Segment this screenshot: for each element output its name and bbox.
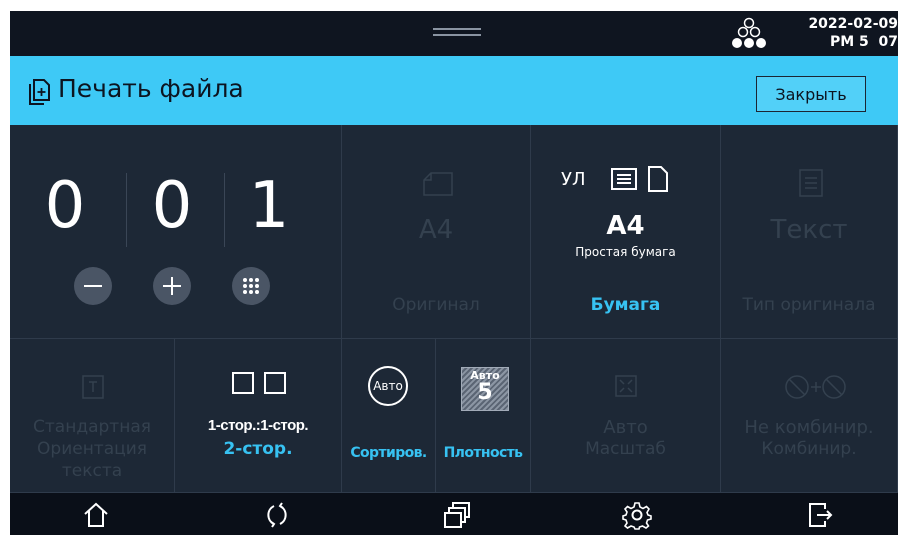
- sort-auto-badge: Авто: [368, 366, 408, 406]
- combine-option[interactable]: Не комбинир. Комбинир.: [721, 339, 898, 493]
- original-type-option[interactable]: Текст Тип оригинала: [721, 125, 898, 339]
- page-title: Печать файла: [58, 74, 244, 103]
- digit-divider: [224, 173, 225, 247]
- orientation-value: Стандартная: [33, 417, 151, 437]
- logout-icon[interactable]: [805, 500, 835, 530]
- keypad-button[interactable]: [232, 267, 270, 305]
- scale-option[interactable]: Авто Масштаб: [531, 339, 721, 493]
- status-bar: 2022-02-09 PM 5 07: [10, 11, 898, 56]
- tray-stack-icon: [611, 168, 637, 190]
- toner-status-icon[interactable]: [726, 17, 772, 53]
- orientation-icon: [82, 375, 104, 399]
- copies-panel: 0 0 1: [10, 125, 342, 339]
- digit-divider: [126, 173, 127, 247]
- print-file-icon: [29, 79, 50, 105]
- date-text: 2022-02-09: [808, 16, 898, 32]
- paper-label: Бумага: [590, 295, 661, 315]
- home-icon[interactable]: [81, 500, 111, 530]
- bottom-nav-bar: [10, 493, 898, 535]
- paper-size-value: A4: [606, 211, 645, 241]
- time-text: PM 5 07: [829, 34, 898, 50]
- original-type-label: Тип оригинала: [742, 295, 876, 315]
- orientation-label-2: текста: [61, 461, 123, 481]
- minus-icon: [84, 285, 102, 287]
- gear-icon[interactable]: [622, 500, 652, 530]
- original-document-icon: [423, 172, 453, 196]
- text-document-icon: [799, 169, 823, 197]
- density-option[interactable]: Авто 5 Плотность: [436, 339, 531, 493]
- windows-icon[interactable]: [442, 500, 472, 530]
- original-type-value: Текст: [770, 215, 848, 245]
- sort-label: Сортиров.: [350, 445, 427, 461]
- original-size-option[interactable]: A4 Оригинал: [342, 125, 531, 339]
- settings-grid: 0 0 1 A4 Оригинал УЛ A4 Простая бумага Б…: [10, 125, 898, 493]
- paper-sheet-icon: [648, 166, 668, 192]
- combine-label: Комбинир.: [761, 439, 857, 459]
- orientation-label: Ориентация: [37, 439, 147, 459]
- paper-type-value: Простая бумага: [575, 245, 676, 259]
- no-combine-icon: [785, 375, 846, 399]
- close-button[interactable]: Закрыть: [756, 76, 866, 112]
- original-label: Оригинал: [392, 295, 480, 315]
- density-level-value: 5: [477, 380, 493, 405]
- density-badge: Авто 5: [461, 367, 509, 411]
- keypad-icon: [243, 278, 259, 294]
- reset-icon[interactable]: [262, 500, 292, 530]
- sort-option[interactable]: Авто Сортиров.: [342, 339, 436, 493]
- paper-option[interactable]: УЛ A4 Простая бумага Бумага: [531, 125, 721, 339]
- printer-screen: 2022-02-09 PM 5 07 Печать файла Закрыть …: [10, 11, 898, 535]
- original-size-value: A4: [418, 215, 454, 245]
- copies-digit-tens[interactable]: 0: [137, 171, 207, 241]
- duplex-pages-icon: [232, 372, 286, 394]
- copies-digit-ones[interactable]: 1: [234, 171, 304, 241]
- density-label: Плотность: [443, 445, 523, 461]
- combine-value: Не комбинир.: [744, 417, 874, 438]
- duplex-value: 1-стор.:1-стор.: [207, 417, 309, 434]
- date-time: 2022-02-09 PM 5 07: [770, 15, 898, 51]
- copies-digit-hundreds[interactable]: 0: [30, 171, 100, 241]
- paper-tray-label: УЛ: [561, 169, 586, 190]
- orientation-option[interactable]: Стандартная Ориентация текста: [10, 339, 175, 493]
- scale-value: Авто: [603, 417, 648, 438]
- plus-icon: [163, 277, 181, 295]
- duplex-label: 2-стор.: [223, 439, 293, 459]
- scale-label: Масштаб: [585, 439, 666, 459]
- title-bar: Печать файла Закрыть: [10, 56, 898, 125]
- decrease-copies-button[interactable]: [74, 267, 112, 305]
- increase-copies-button[interactable]: [153, 267, 191, 305]
- duplex-option[interactable]: 1-стор.:1-стор. 2-стор.: [175, 339, 342, 493]
- scale-icon: [615, 375, 637, 397]
- drag-handle[interactable]: [433, 28, 481, 38]
